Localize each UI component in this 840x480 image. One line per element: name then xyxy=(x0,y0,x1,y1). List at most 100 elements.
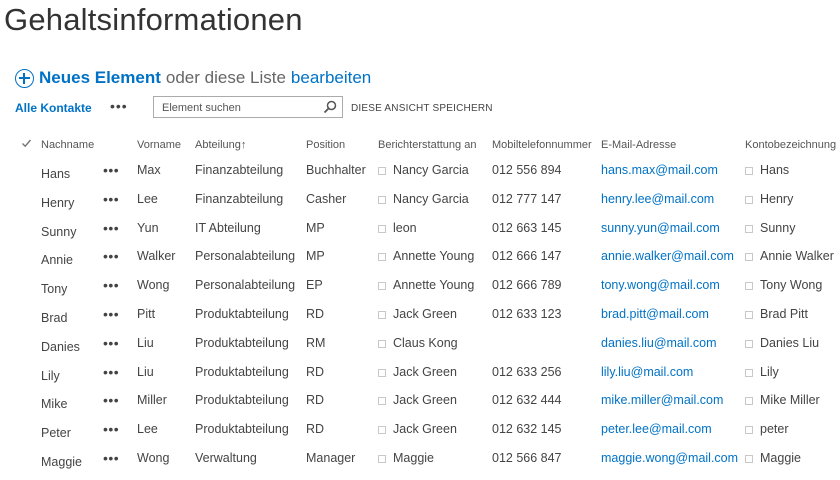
mobile-cell: 012 663 145 xyxy=(492,220,562,235)
column-header-abteilung[interactable]: Abteilung↑ xyxy=(195,139,246,151)
view-all-contacts[interactable]: Alle Kontakte xyxy=(15,101,92,115)
column-header-mobil[interactable]: Mobiltelefonnummer xyxy=(492,139,592,151)
manager-cell[interactable]: leon xyxy=(393,221,417,235)
table-row[interactable]: Lily ••• Liu Produktabteilung RD Jack Green 01… xyxy=(0,364,840,394)
abteilung-cell: Produktabteilung xyxy=(195,307,289,321)
table-row[interactable]: Tony ••• Wong Personalabteilung EP Annette Yo… xyxy=(0,277,840,307)
email-link[interactable]: brad.pitt@mail.com xyxy=(601,307,709,321)
konto-cell[interactable]: Mike Miller xyxy=(760,393,820,407)
manager-cell[interactable]: Claus Kong xyxy=(393,336,458,350)
manager-cell[interactable]: Annette Young xyxy=(393,249,474,263)
nachname-cell[interactable]: Tony xyxy=(41,282,67,296)
email-link[interactable]: maggie.wong@mail.com xyxy=(601,451,738,465)
nachname-cell[interactable]: Henry xyxy=(41,196,74,210)
edit-list-link[interactable]: bearbeiten xyxy=(291,68,371,88)
nachname-cell[interactable]: Sunny xyxy=(41,225,76,239)
table-row[interactable]: Annie ••• Walker Personalabteilung MP Annette… xyxy=(0,248,840,278)
konto-cell[interactable]: peter xyxy=(760,422,789,436)
table-row[interactable]: Sunny ••• Yun IT Abteilung MP leon 012 663 145… xyxy=(0,220,840,250)
position-cell: Buchhalter xyxy=(306,163,366,177)
manager-cell[interactable]: Maggie xyxy=(393,451,434,465)
manager-cell[interactable]: Jack Green xyxy=(393,422,457,436)
vorname-cell: Walker xyxy=(137,249,176,264)
nachname-cell[interactable]: Brad xyxy=(41,311,67,325)
row-menu-ellipsis[interactable]: ••• xyxy=(103,450,119,466)
vorname-cell: Wong xyxy=(137,451,170,465)
column-header-vorname[interactable]: Vorname xyxy=(137,139,181,151)
nachname-cell[interactable]: Lily xyxy=(41,369,60,383)
email-link[interactable]: peter.lee@mail.com xyxy=(601,422,712,436)
email-link[interactable]: annie.walker@mail.com xyxy=(601,249,734,263)
row-menu-ellipsis[interactable]: ••• xyxy=(103,421,119,437)
column-header-berichterstattung[interactable]: Berichterstattung an xyxy=(378,139,476,151)
mobile-cell: 012 632 444 xyxy=(492,393,562,408)
column-header-email[interactable]: E-Mail-Adresse xyxy=(601,139,676,151)
row-menu-ellipsis[interactable]: ••• xyxy=(103,220,119,236)
manager-cell[interactable]: Nancy Garcia xyxy=(393,163,469,177)
email-link[interactable]: henry.lee@mail.com xyxy=(601,192,714,206)
manager-cell[interactable]: Jack Green xyxy=(393,393,457,407)
konto-cell[interactable]: Henry xyxy=(760,192,793,206)
nachname-cell[interactable]: Danies xyxy=(41,340,80,354)
konto-cell[interactable]: Danies Liu xyxy=(760,336,819,350)
email-link[interactable]: sunny.yun@mail.com xyxy=(601,221,720,235)
column-header-nachname[interactable]: Nachname xyxy=(41,139,94,151)
position-cell: MP xyxy=(306,220,325,235)
konto-cell[interactable]: Brad Pitt xyxy=(760,307,808,321)
row-menu-ellipsis[interactable]: ••• xyxy=(103,162,119,178)
row-menu-ellipsis[interactable]: ••• xyxy=(103,335,119,351)
vorname-cell: Wong xyxy=(137,278,170,293)
view-options-ellipsis[interactable]: ••• xyxy=(110,98,128,114)
manager-cell[interactable]: Jack Green xyxy=(393,307,457,321)
email-link[interactable]: tony.wong@mail.com xyxy=(601,278,720,292)
email-link[interactable]: hans.max@mail.com xyxy=(601,163,718,177)
row-menu-ellipsis[interactable]: ••• xyxy=(103,392,119,408)
row-menu-ellipsis[interactable]: ••• xyxy=(103,277,119,293)
nachname-cell[interactable]: Maggie xyxy=(41,455,82,469)
nachname-cell[interactable]: Annie xyxy=(41,253,73,267)
manager-cell[interactable]: Annette Young xyxy=(393,278,474,292)
presence-icon xyxy=(378,397,386,406)
sort-ascending-icon: ↑ xyxy=(240,139,247,151)
checkmark-icon[interactable] xyxy=(21,138,32,149)
presence-icon xyxy=(745,195,753,204)
abteilung-cell: Finanzabteilung xyxy=(195,191,284,206)
plus-circle-icon[interactable] xyxy=(15,68,34,88)
table-row[interactable]: Brad ••• Pitt Produktabteilung RD Jack Green 0… xyxy=(0,306,840,336)
konto-cell[interactable]: Hans xyxy=(760,163,789,177)
email-link[interactable]: lily.liu@mail.com xyxy=(601,365,693,379)
table-row[interactable]: Hans ••• Max Finanzabteilung Buchhalter Nancy… xyxy=(0,162,840,192)
search-input[interactable] xyxy=(160,100,314,116)
table-row[interactable]: Mike ••• Miller Produktabteilung RD Jack Gree… xyxy=(0,392,840,422)
new-item-link[interactable]: Neues Element xyxy=(39,68,161,88)
column-header-konto[interactable]: Kontobezeichnung xyxy=(745,139,836,151)
row-menu-ellipsis[interactable]: ••• xyxy=(103,191,119,207)
table-row[interactable]: Danies ••• Liu Produktabteilung RM Claus Kong… xyxy=(0,335,840,365)
email-link[interactable]: danies.liu@mail.com xyxy=(601,336,717,350)
table-row[interactable]: Peter ••• Lee Produktabteilung RD Jack Green 0… xyxy=(0,421,840,451)
row-menu-ellipsis[interactable]: ••• xyxy=(103,364,119,380)
row-menu-ellipsis[interactable]: ••• xyxy=(103,248,119,264)
column-header-position[interactable]: Position xyxy=(306,139,345,151)
view-toolbar: Alle Kontakte ••• DIESE ANSICHT SPEICHER… xyxy=(15,96,815,120)
vorname-cell: Liu xyxy=(137,335,154,350)
nachname-cell[interactable]: Hans xyxy=(41,167,70,181)
nachname-cell[interactable]: Mike xyxy=(41,397,67,411)
manager-cell[interactable]: Nancy Garcia xyxy=(393,192,469,206)
konto-cell[interactable]: Annie Walker xyxy=(760,249,834,263)
email-link[interactable]: mike.miller@mail.com xyxy=(601,393,723,407)
konto-cell[interactable]: Lily xyxy=(760,365,779,379)
konto-cell[interactable]: Sunny xyxy=(760,221,795,235)
table-row[interactable]: Henry ••• Lee Finanzabteilung Casher Nancy Ga… xyxy=(0,191,840,221)
abteilung-cell: Personalabteilung xyxy=(195,278,296,293)
manager-cell[interactable]: Jack Green xyxy=(393,365,457,379)
konto-cell[interactable]: Maggie xyxy=(760,451,801,465)
presence-icon xyxy=(378,368,386,377)
search-icon[interactable] xyxy=(323,100,337,114)
konto-cell[interactable]: Tony Wong xyxy=(760,278,822,292)
table-row[interactable]: Maggie ••• Wong Verwaltung Manager Maggie 012 … xyxy=(0,450,840,480)
save-view-button[interactable]: DIESE ANSICHT SPEICHERN xyxy=(351,103,493,114)
row-menu-ellipsis[interactable]: ••• xyxy=(103,306,119,322)
position-cell: MP xyxy=(306,249,325,264)
nachname-cell[interactable]: Peter xyxy=(41,426,71,440)
